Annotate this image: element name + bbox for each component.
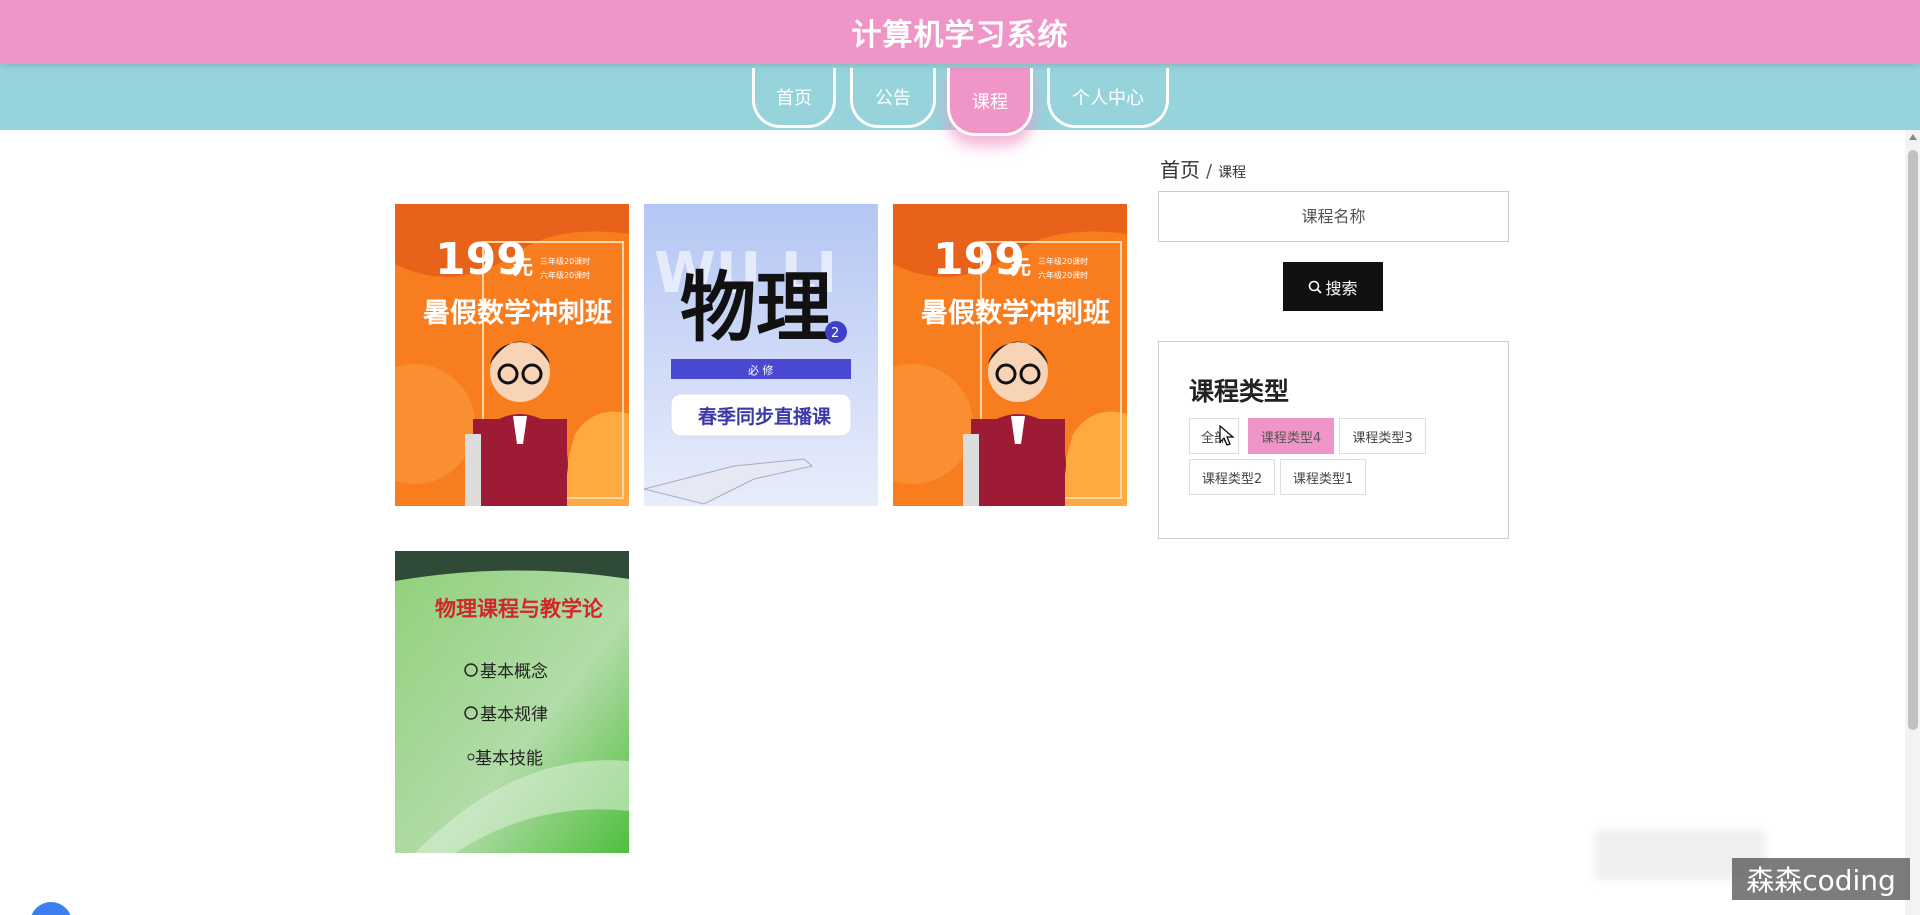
breadcrumb-home[interactable]: 首页 — [1160, 154, 1200, 183]
watermark: 森森coding — [1732, 858, 1910, 900]
svg-text:暑假数学冲刺班: 暑假数学冲刺班 — [423, 297, 612, 329]
svg-text:基本技能: 基本技能 — [475, 749, 543, 769]
svg-text:元: 元 — [513, 255, 533, 279]
tag-course-type-2[interactable]: 课程类型2 — [1189, 459, 1275, 495]
tag-course-type-4[interactable]: 课程类型4 — [1248, 418, 1334, 454]
top-header: 计算机学习系统 — [0, 0, 1920, 64]
course-image-math: 199 元 三年级20课时 六年级20课时 暑假数学冲刺班 — [395, 204, 629, 506]
course-image-physics: WU LI 物理 2 必 修 春季同步直播课 — [644, 204, 878, 506]
svg-text:暑假数学冲刺班: 暑假数学冲刺班 — [921, 297, 1110, 329]
svg-text:六年级20课时: 六年级20课时 — [540, 270, 590, 280]
search-button-label: 搜索 — [1325, 278, 1358, 298]
svg-text:必 修: 必 修 — [748, 363, 774, 377]
svg-text:物理: 物理 — [680, 263, 832, 352]
svg-text:物理课程与教学论: 物理课程与教学论 — [435, 597, 604, 621]
course-name-input[interactable] — [1158, 191, 1509, 242]
svg-text:春季同步直播课: 春季同步直播课 — [698, 405, 832, 428]
site-title: 计算机学习系统 — [851, 18, 1069, 53]
main-nav: 首页 公告 课程 个人中心 — [0, 64, 1920, 136]
svg-text:三年级20课时: 三年级20课时 — [1038, 256, 1088, 266]
search-icon — [1309, 280, 1323, 294]
tag-course-type-3[interactable]: 课程类型3 — [1339, 418, 1426, 454]
nav-item-notice[interactable]: 公告 — [850, 68, 936, 128]
course-image-physics-teaching: 物理课程与教学论 基本概念 基本规律 基本技能 — [395, 551, 629, 853]
svg-text:六年级20课时: 六年级20课时 — [1038, 270, 1088, 280]
course-image-math: 199 元 三年级20课时 六年级20课时 暑假数学冲刺班 — [893, 204, 1127, 506]
tag-course-type-1[interactable]: 课程类型1 — [1280, 459, 1366, 495]
breadcrumb: 首页 / 课程 — [1160, 154, 1246, 183]
course-card[interactable]: 199 元 三年级20课时 六年级20课时 暑假数学冲刺班 — [893, 204, 1127, 506]
nav-item-personal-center[interactable]: 个人中心 — [1047, 68, 1169, 128]
svg-text:元: 元 — [1011, 255, 1031, 279]
course-type-panel: 课程类型 全部 课程类型4 课程类型3 课程类型2 课程类型1 — [1158, 341, 1509, 539]
nav-item-home[interactable]: 首页 — [752, 68, 836, 128]
nav-item-course[interactable]: 课程 — [947, 68, 1033, 136]
course-card[interactable]: 物理课程与教学论 基本概念 基本规律 基本技能 — [395, 551, 629, 853]
course-card[interactable]: WU LI 物理 2 必 修 春季同步直播课 — [644, 204, 878, 506]
floating-action-button[interactable] — [30, 902, 72, 915]
breadcrumb-current: 课程 — [1218, 165, 1247, 181]
course-card[interactable]: 199 元 三年级20课时 六年级20课时 暑假数学冲刺班 — [395, 204, 629, 506]
svg-text:2: 2 — [831, 326, 839, 341]
course-type-title: 课程类型 — [1189, 377, 1290, 406]
svg-text:基本概念: 基本概念 — [480, 661, 548, 682]
scrollbar-thumb[interactable] — [1908, 150, 1918, 730]
svg-text:三年级20课时: 三年级20课时 — [540, 256, 590, 266]
mouse-cursor-icon — [1219, 425, 1235, 446]
scroll-up-arrow-icon[interactable] — [1909, 134, 1917, 140]
search-button[interactable]: 搜索 — [1283, 262, 1383, 311]
page: 计算机学习系统 首页 公告 课程 个人中心 199 元 三年级20课时 六年级2… — [0, 0, 1920, 915]
svg-text:基本规律: 基本规律 — [480, 705, 548, 725]
breadcrumb-separator: / — [1206, 161, 1213, 182]
